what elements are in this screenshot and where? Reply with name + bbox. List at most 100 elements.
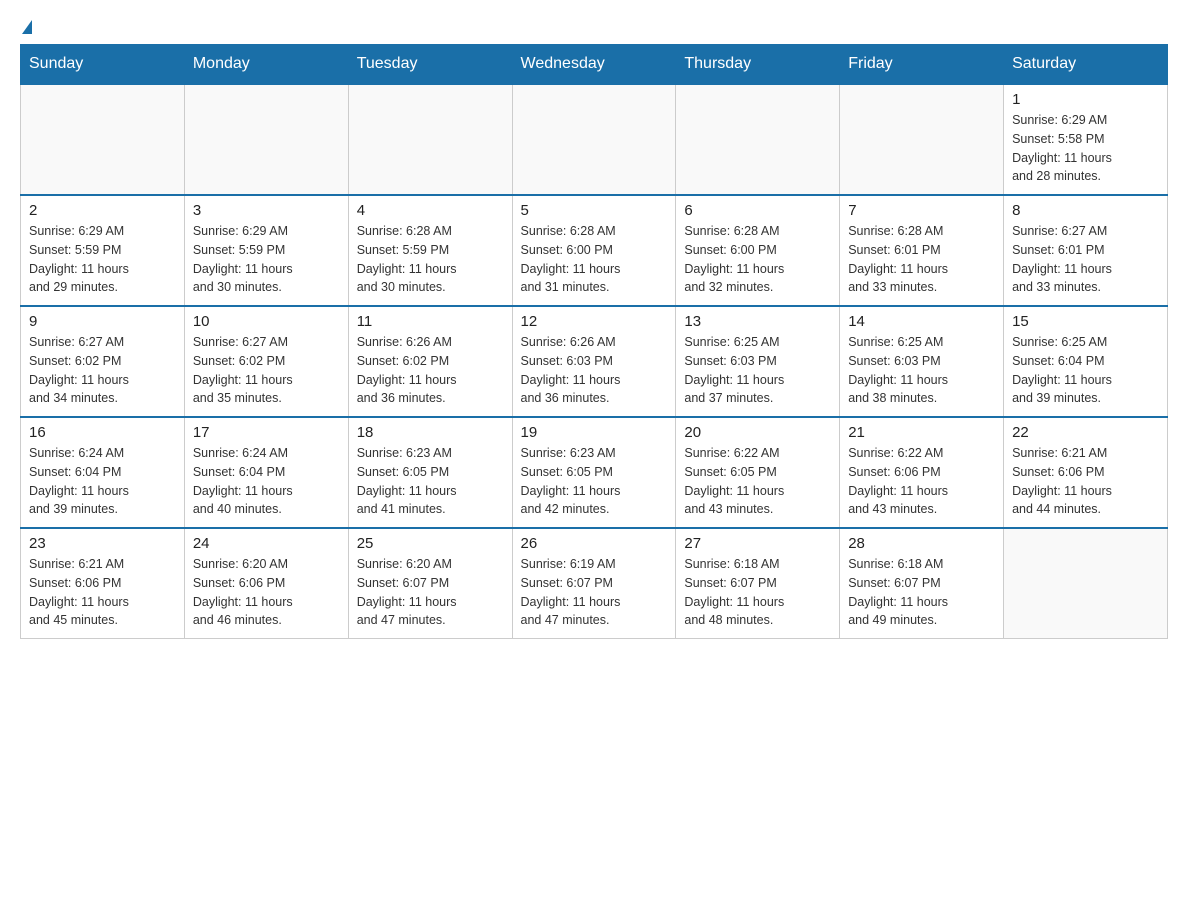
week-row-1: 1 Sunrise: 6:29 AMSunset: 5:58 PMDaylight… — [21, 84, 1168, 195]
day-info: Sunrise: 6:27 AMSunset: 6:02 PMDaylight:… — [193, 333, 340, 408]
day-info: Sunrise: 6:23 AMSunset: 6:05 PMDaylight:… — [521, 444, 668, 519]
calendar-cell: 7 Sunrise: 6:28 AMSunset: 6:01 PMDaylight… — [840, 195, 1004, 306]
logo-triangle-icon — [22, 20, 32, 34]
day-info: Sunrise: 6:20 AMSunset: 6:06 PMDaylight:… — [193, 555, 340, 630]
day-info: Sunrise: 6:20 AMSunset: 6:07 PMDaylight:… — [357, 555, 504, 630]
day-info: Sunrise: 6:25 AMSunset: 6:04 PMDaylight:… — [1012, 333, 1159, 408]
day-info: Sunrise: 6:26 AMSunset: 6:02 PMDaylight:… — [357, 333, 504, 408]
weekday-header-sunday: Sunday — [21, 45, 185, 85]
weekday-header-wednesday: Wednesday — [512, 45, 676, 85]
calendar-cell: 20Sunrise: 6:22 AMSunset: 6:05 PMDayligh… — [676, 417, 840, 528]
day-number: 27 — [684, 535, 831, 552]
day-info: Sunrise: 6:29 AMSunset: 5:59 PMDaylight:… — [29, 222, 176, 297]
calendar-cell: 1 Sunrise: 6:29 AMSunset: 5:58 PMDaylight… — [1004, 84, 1168, 195]
calendar-cell: 28 Sunrise: 6:18 AMSunset: 6:07 PMDayligh… — [840, 528, 1004, 639]
calendar-cell: 5 Sunrise: 6:28 AMSunset: 6:00 PMDaylight… — [512, 195, 676, 306]
day-number: 5 — [521, 202, 668, 219]
calendar-cell: 11 Sunrise: 6:26 AMSunset: 6:02 PMDayligh… — [348, 306, 512, 417]
day-number: 15 — [1012, 313, 1159, 330]
day-info: Sunrise: 6:28 AMSunset: 6:00 PMDaylight:… — [684, 222, 831, 297]
day-number: 16 — [29, 424, 176, 441]
day-number: 23 — [29, 535, 176, 552]
calendar-cell: 14 Sunrise: 6:25 AMSunset: 6:03 PMDayligh… — [840, 306, 1004, 417]
calendar-cell: 27 Sunrise: 6:18 AMSunset: 6:07 PMDayligh… — [676, 528, 840, 639]
logo — [20, 20, 32, 34]
weekday-header-thursday: Thursday — [676, 45, 840, 85]
day-info: Sunrise: 6:28 AMSunset: 6:01 PMDaylight:… — [848, 222, 995, 297]
calendar-cell: 12 Sunrise: 6:26 AMSunset: 6:03 PMDayligh… — [512, 306, 676, 417]
day-number: 22 — [1012, 424, 1159, 441]
day-info: Sunrise: 6:27 AMSunset: 6:02 PMDaylight:… — [29, 333, 176, 408]
weekday-header-saturday: Saturday — [1004, 45, 1168, 85]
day-info: Sunrise: 6:24 AMSunset: 6:04 PMDaylight:… — [193, 444, 340, 519]
calendar-cell: 4 Sunrise: 6:28 AMSunset: 5:59 PMDaylight… — [348, 195, 512, 306]
day-info: Sunrise: 6:24 AMSunset: 6:04 PMDaylight:… — [29, 444, 176, 519]
day-number: 24 — [193, 535, 340, 552]
calendar-cell: 17 Sunrise: 6:24 AMSunset: 6:04 PMDayligh… — [184, 417, 348, 528]
calendar-cell: 3 Sunrise: 6:29 AMSunset: 5:59 PMDaylight… — [184, 195, 348, 306]
day-number: 13 — [684, 313, 831, 330]
day-number: 3 — [193, 202, 340, 219]
day-number: 4 — [357, 202, 504, 219]
day-number: 12 — [521, 313, 668, 330]
day-info: Sunrise: 6:27 AMSunset: 6:01 PMDaylight:… — [1012, 222, 1159, 297]
week-row-4: 16 Sunrise: 6:24 AMSunset: 6:04 PMDayligh… — [21, 417, 1168, 528]
day-info: Sunrise: 6:21 AMSunset: 6:06 PMDaylight:… — [29, 555, 176, 630]
day-info: Sunrise: 6:18 AMSunset: 6:07 PMDaylight:… — [684, 555, 831, 630]
calendar-cell — [348, 84, 512, 195]
calendar-cell: 15 Sunrise: 6:25 AMSunset: 6:04 PMDayligh… — [1004, 306, 1168, 417]
page-header — [20, 20, 1168, 34]
day-number: 26 — [521, 535, 668, 552]
day-info: Sunrise: 6:29 AMSunset: 5:59 PMDaylight:… — [193, 222, 340, 297]
day-number: 21 — [848, 424, 995, 441]
day-info: Sunrise: 6:28 AMSunset: 6:00 PMDaylight:… — [521, 222, 668, 297]
calendar-cell: 24 Sunrise: 6:20 AMSunset: 6:06 PMDayligh… — [184, 528, 348, 639]
week-row-2: 2 Sunrise: 6:29 AMSunset: 5:59 PMDaylight… — [21, 195, 1168, 306]
calendar-cell: 8 Sunrise: 6:27 AMSunset: 6:01 PMDaylight… — [1004, 195, 1168, 306]
day-info: Sunrise: 6:25 AMSunset: 6:03 PMDaylight:… — [684, 333, 831, 408]
calendar-cell: 21 Sunrise: 6:22 AMSunset: 6:06 PMDayligh… — [840, 417, 1004, 528]
day-info: Sunrise: 6:26 AMSunset: 6:03 PMDaylight:… — [521, 333, 668, 408]
day-number: 17 — [193, 424, 340, 441]
calendar-cell: 9Sunrise: 6:27 AMSunset: 6:02 PMDaylight… — [21, 306, 185, 417]
calendar-cell: 22Sunrise: 6:21 AMSunset: 6:06 PMDayligh… — [1004, 417, 1168, 528]
calendar-cell — [1004, 528, 1168, 639]
calendar-cell: 26 Sunrise: 6:19 AMSunset: 6:07 PMDayligh… — [512, 528, 676, 639]
day-number: 14 — [848, 313, 995, 330]
day-number: 25 — [357, 535, 504, 552]
day-number: 1 — [1012, 91, 1159, 108]
calendar-cell: 10Sunrise: 6:27 AMSunset: 6:02 PMDayligh… — [184, 306, 348, 417]
calendar-table: SundayMondayTuesdayWednesdayThursdayFrid… — [20, 44, 1168, 639]
calendar-cell — [184, 84, 348, 195]
day-info: Sunrise: 6:22 AMSunset: 6:06 PMDaylight:… — [848, 444, 995, 519]
day-info: Sunrise: 6:18 AMSunset: 6:07 PMDaylight:… — [848, 555, 995, 630]
day-info: Sunrise: 6:19 AMSunset: 6:07 PMDaylight:… — [521, 555, 668, 630]
day-number: 8 — [1012, 202, 1159, 219]
day-number: 28 — [848, 535, 995, 552]
weekday-header-friday: Friday — [840, 45, 1004, 85]
weekday-header-tuesday: Tuesday — [348, 45, 512, 85]
calendar-cell — [840, 84, 1004, 195]
day-number: 11 — [357, 313, 504, 330]
week-row-5: 23 Sunrise: 6:21 AMSunset: 6:06 PMDayligh… — [21, 528, 1168, 639]
calendar-cell: 19 Sunrise: 6:23 AMSunset: 6:05 PMDayligh… — [512, 417, 676, 528]
day-info: Sunrise: 6:29 AMSunset: 5:58 PMDaylight:… — [1012, 111, 1159, 186]
calendar-header-row: SundayMondayTuesdayWednesdayThursdayFrid… — [21, 45, 1168, 85]
day-number: 7 — [848, 202, 995, 219]
calendar-cell: 2 Sunrise: 6:29 AMSunset: 5:59 PMDaylight… — [21, 195, 185, 306]
day-info: Sunrise: 6:28 AMSunset: 5:59 PMDaylight:… — [357, 222, 504, 297]
day-number: 20 — [684, 424, 831, 441]
day-number: 2 — [29, 202, 176, 219]
day-info: Sunrise: 6:25 AMSunset: 6:03 PMDaylight:… — [848, 333, 995, 408]
day-number: 18 — [357, 424, 504, 441]
day-number: 6 — [684, 202, 831, 219]
day-info: Sunrise: 6:23 AMSunset: 6:05 PMDaylight:… — [357, 444, 504, 519]
calendar-cell: 23 Sunrise: 6:21 AMSunset: 6:06 PMDayligh… — [21, 528, 185, 639]
calendar-cell: 25 Sunrise: 6:20 AMSunset: 6:07 PMDayligh… — [348, 528, 512, 639]
calendar-cell: 6 Sunrise: 6:28 AMSunset: 6:00 PMDaylight… — [676, 195, 840, 306]
day-number: 19 — [521, 424, 668, 441]
weekday-header-monday: Monday — [184, 45, 348, 85]
calendar-cell — [21, 84, 185, 195]
calendar-cell — [512, 84, 676, 195]
week-row-3: 9Sunrise: 6:27 AMSunset: 6:02 PMDaylight… — [21, 306, 1168, 417]
